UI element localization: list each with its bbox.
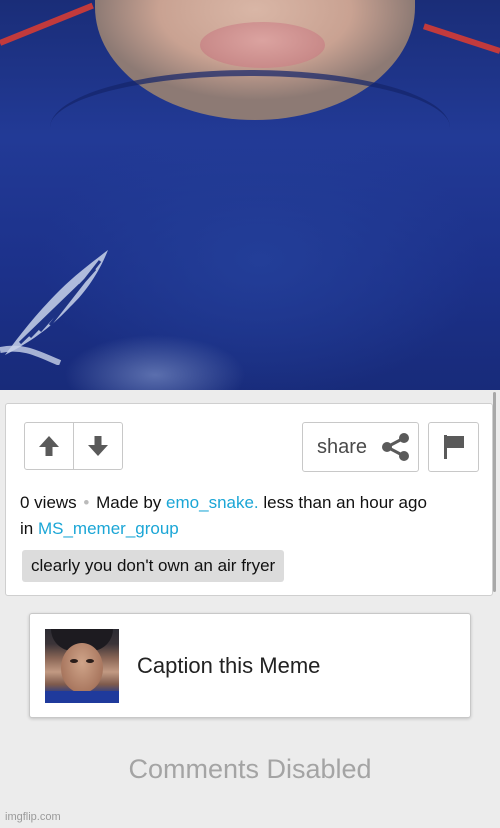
thumbnail-eye	[70, 659, 78, 663]
lips	[200, 22, 325, 68]
meme-meta: 0 views • Made by emo_snake. less than a…	[20, 490, 482, 542]
scrollbar[interactable]	[493, 392, 496, 592]
shirt-collar	[50, 70, 450, 166]
thumbnail-eye	[86, 659, 94, 663]
views-count: 0 views	[20, 493, 77, 512]
posted-time: less than an hour ago	[263, 493, 427, 512]
in-prefix: in	[20, 519, 34, 538]
made-by-prefix: Made by	[96, 493, 162, 512]
arrow-up-icon	[39, 436, 59, 456]
author-link[interactable]: emo_snake.	[166, 493, 259, 512]
shirt-crest-icon	[0, 250, 108, 365]
share-label: share	[317, 435, 368, 458]
watermark: imgflip.com	[5, 811, 61, 823]
downvote-button[interactable]	[73, 423, 122, 469]
meta-separator: •	[83, 493, 90, 512]
share-icon	[382, 433, 410, 461]
thumbnail-shirt	[45, 691, 119, 703]
meme-info-card: share 0 views • Made by emo_snake. less …	[5, 403, 493, 596]
collar-stripe-right	[422, 23, 500, 54]
flag-icon	[443, 435, 464, 459]
collar-stripe-left	[0, 2, 94, 46]
caption-thumbnail	[45, 629, 119, 703]
caption-this-meme-button[interactable]: Caption this Meme	[29, 613, 471, 718]
arrow-down-icon	[88, 436, 108, 456]
meme-image[interactable]	[0, 0, 500, 390]
meme-title-tag: clearly you don't own an air fryer	[22, 550, 285, 582]
flag-button[interactable]	[428, 422, 479, 472]
comments-disabled-text: Comments Disabled	[128, 754, 372, 784]
thumbnail-face	[61, 643, 103, 693]
group-link[interactable]: MS_memer_group	[38, 519, 179, 538]
upvote-button[interactable]	[25, 423, 73, 469]
share-button[interactable]: share	[302, 422, 419, 472]
caption-label: Caption this Meme	[137, 652, 321, 678]
vote-buttons	[24, 422, 123, 470]
